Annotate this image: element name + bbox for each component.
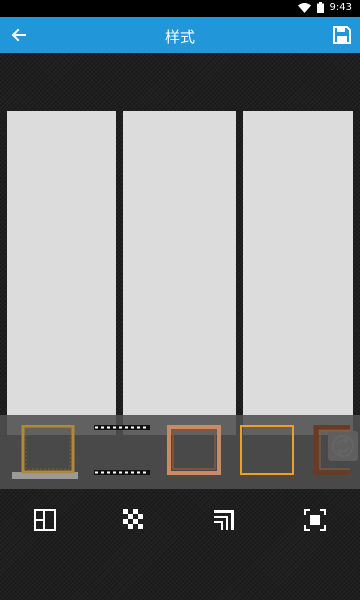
layout-icon [34,509,56,531]
collage-panel-2[interactable] [123,111,236,435]
app-bar: 样式 [0,17,360,53]
save-button[interactable] [330,23,354,47]
frame-option-orange-thin[interactable] [240,425,294,475]
frame-border-icon [214,510,234,530]
status-bar: 9:43 [0,0,360,17]
collage-panel-3[interactable] [243,111,353,435]
frame-option-film-strip[interactable] [94,425,150,475]
page-title: 样式 [164,28,195,46]
battery-icon [316,2,324,13]
wifi-icon [297,2,311,13]
background-pattern-button[interactable] [121,507,147,533]
frame-option-copper-ornate[interactable] [167,425,221,475]
crop-ratio-button[interactable] [302,507,328,533]
frame-border-button[interactable] [211,507,237,533]
pattern-background-icon [123,509,143,529]
status-icons: 9:43 [297,2,352,13]
clock: 9:43 [329,2,352,13]
save-floppy-icon [333,26,351,44]
collage-panel-1[interactable] [7,111,116,435]
layout-button[interactable] [32,507,58,533]
bottom-toolbar [0,490,360,550]
frame-option-gold-ornate[interactable] [12,424,78,479]
frame-style-strip [0,415,360,489]
crop-ratio-icon [304,509,326,531]
frame-option-dark-wood[interactable] [312,424,352,476]
